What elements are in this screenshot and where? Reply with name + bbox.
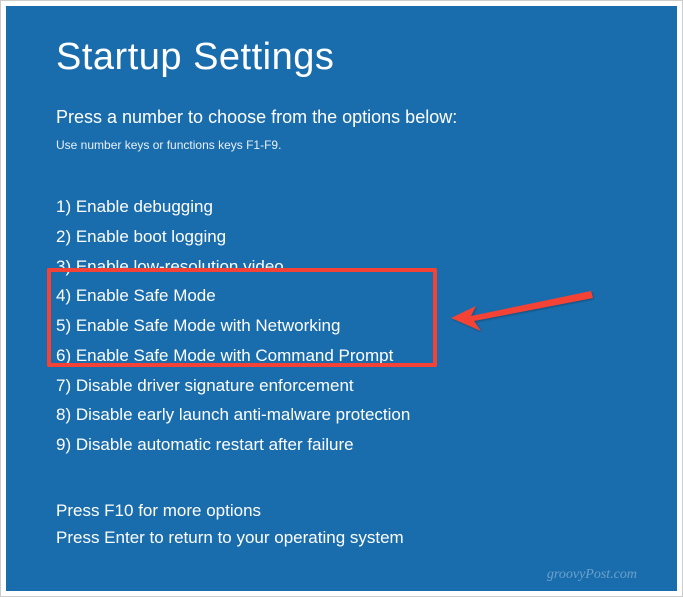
option-1-debugging[interactable]: 1) Enable debugging xyxy=(56,192,627,222)
watermark-text: groovyPost.com xyxy=(547,567,637,583)
option-9-disable-auto-restart[interactable]: 9) Disable automatic restart after failu… xyxy=(56,430,627,460)
window-border: Startup Settings Press a number to choos… xyxy=(0,0,683,597)
option-6-safe-mode-cmd[interactable]: 6) Enable Safe Mode with Command Prompt xyxy=(56,341,627,371)
option-5-safe-mode-networking[interactable]: 5) Enable Safe Mode with Networking xyxy=(56,311,627,341)
subtitle-text: Press a number to choose from the option… xyxy=(56,107,627,128)
page-title: Startup Settings xyxy=(56,36,627,79)
option-8-disable-anti-malware[interactable]: 8) Disable early launch anti-malware pro… xyxy=(56,400,627,430)
hint-text: Use number keys or functions keys F1-F9. xyxy=(56,138,627,152)
option-2-boot-logging[interactable]: 2) Enable boot logging xyxy=(56,222,627,252)
option-7-disable-driver-sig[interactable]: 7) Disable driver signature enforcement xyxy=(56,371,627,401)
option-4-safe-mode[interactable]: 4) Enable Safe Mode xyxy=(56,281,627,311)
footer-more-options: Press F10 for more options xyxy=(56,497,404,524)
startup-settings-screen: Startup Settings Press a number to choos… xyxy=(6,6,677,591)
options-list: 1) Enable debugging 2) Enable boot loggi… xyxy=(56,192,627,460)
footer-instructions: Press F10 for more options Press Enter t… xyxy=(56,497,404,551)
footer-return-os: Press Enter to return to your operating … xyxy=(56,524,404,551)
option-3-low-res-video[interactable]: 3) Enable low-resolution video xyxy=(56,252,627,282)
